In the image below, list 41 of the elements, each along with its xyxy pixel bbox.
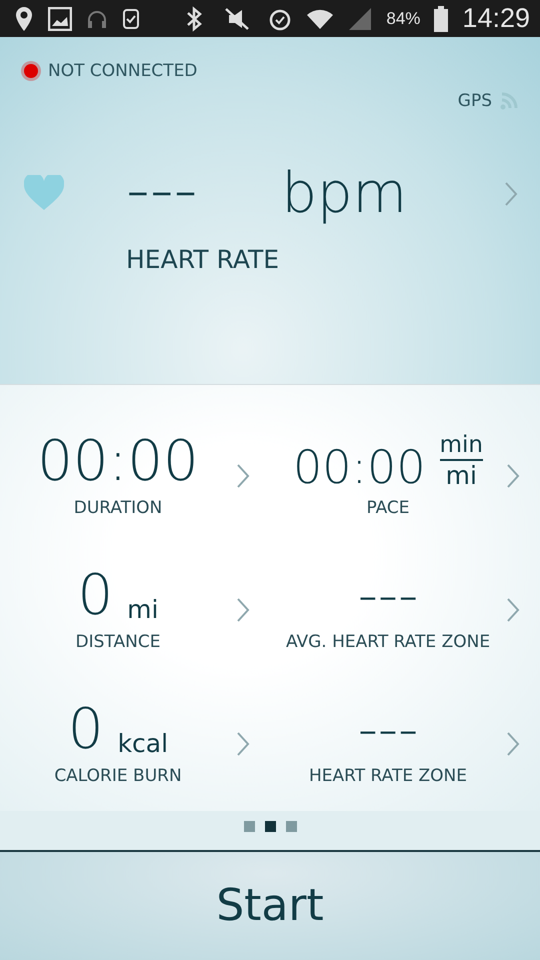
start-button[interactable]: Start	[0, 850, 540, 960]
clock-time: 14:29	[462, 3, 530, 34]
metric-unit: min	[440, 433, 483, 461]
headphones-icon	[86, 8, 108, 29]
wifi-icon	[306, 8, 334, 30]
heart-rate-unit: bpm	[281, 166, 408, 222]
chevron-icon[interactable]	[506, 596, 520, 623]
metric-label: HEART RATE ZONE	[309, 766, 467, 786]
metric-value: 00:00	[37, 434, 199, 490]
heart-rate-label: HEART RATE	[126, 245, 280, 274]
chevron-icon[interactable]	[506, 730, 520, 757]
connection-status: NOT CONNECTED	[48, 61, 198, 82]
battery-percentage: 84%	[386, 8, 420, 29]
chevron-icon[interactable]	[236, 596, 250, 623]
metric-label: CALORIE BURN	[54, 766, 182, 786]
image-icon	[48, 6, 72, 31]
metric-value: 0	[68, 702, 104, 758]
location-pin-icon	[14, 6, 34, 32]
chevron-icon[interactable]	[236, 462, 250, 489]
smartwatch-icon	[122, 6, 140, 31]
chevron-icon[interactable]	[504, 181, 518, 208]
metric-value: ---	[358, 702, 418, 758]
chevron-icon[interactable]	[506, 462, 520, 489]
metric-label: DISTANCE	[76, 632, 160, 652]
metric-value: 00:00	[293, 444, 426, 490]
gps-label: GPS	[458, 91, 492, 112]
battery-icon	[434, 6, 448, 32]
metric-label: DURATION	[74, 498, 162, 518]
heart-rate-value: ---	[126, 157, 198, 224]
metric-value: 0	[78, 568, 114, 624]
page-indicator[interactable]	[264, 820, 276, 832]
gps-signal-icon	[500, 92, 518, 110]
metric-unit: kcal	[118, 728, 168, 758]
metric-label: AVG. HEART RATE ZONE	[286, 632, 490, 652]
signal-icon	[348, 6, 372, 31]
metric-value: ---	[358, 568, 418, 624]
metric-label: PACE	[366, 498, 410, 518]
metric-unit: mi	[127, 594, 158, 624]
chevron-icon[interactable]	[236, 730, 250, 757]
metric-unit: mi	[446, 460, 477, 490]
heart-icon	[24, 175, 64, 212]
